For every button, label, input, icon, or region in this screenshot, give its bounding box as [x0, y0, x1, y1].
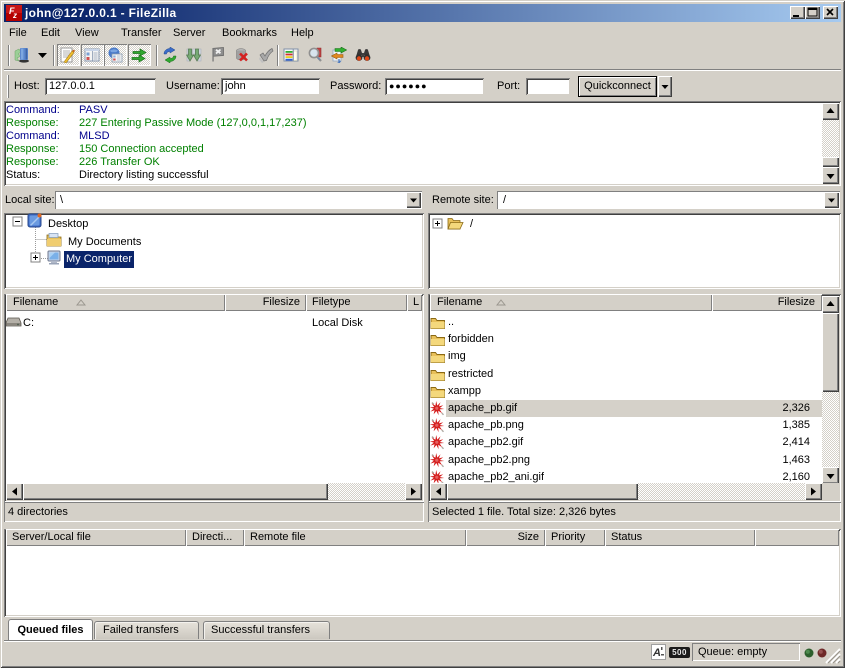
svg-text:A: A [652, 647, 661, 659]
svg-text:z: z [12, 11, 17, 20]
